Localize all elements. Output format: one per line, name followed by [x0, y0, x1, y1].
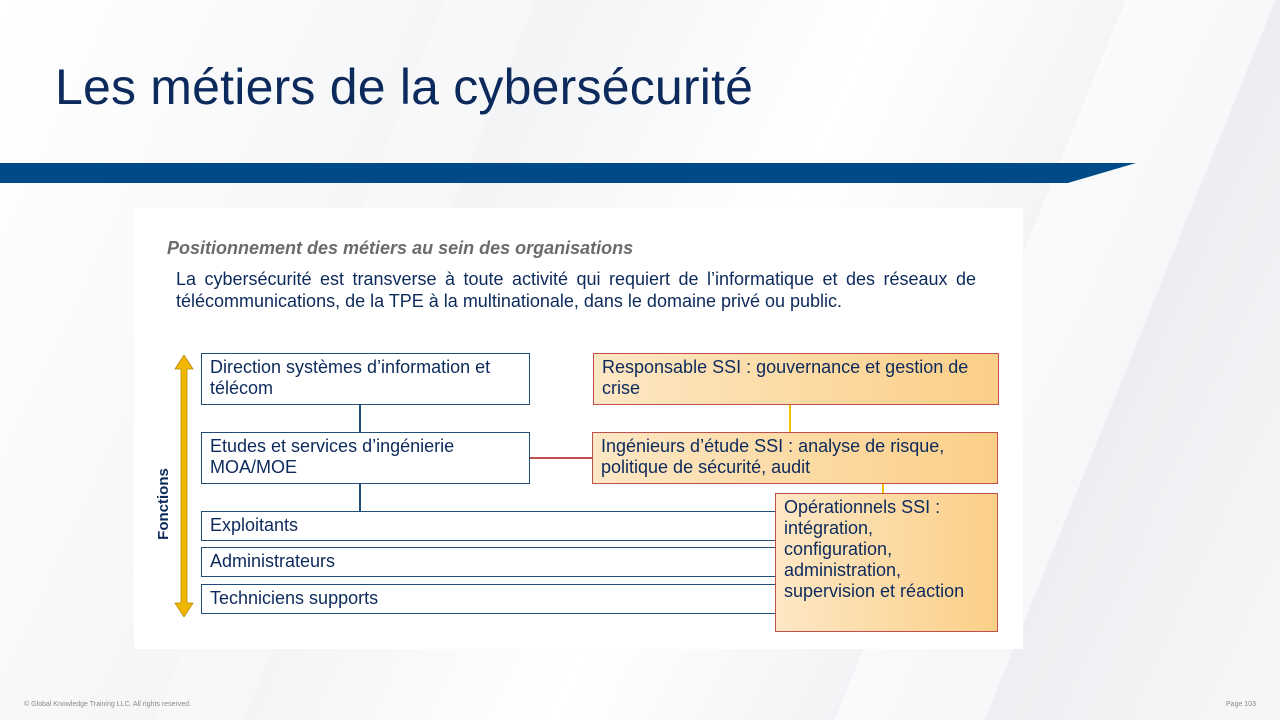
connector-line — [359, 484, 361, 511]
function-box-exploitants: Exploitants — [201, 511, 776, 541]
figure-heading: Positionnement des métiers au sein des o… — [167, 238, 634, 258]
figure: Positionnement des métiers au sein des o… — [134, 208, 1023, 649]
footer-page-number: Page 103 — [1226, 701, 1256, 708]
function-box-direction: Direction systèmes d’information et télé… — [201, 353, 530, 405]
function-box-etudes: Etudes et services d’ingénierie MOA/MOE — [201, 432, 530, 484]
axis-label-fonctions: Fonctions — [154, 468, 172, 540]
double-arrow-icon — [174, 355, 194, 617]
connector-line — [359, 405, 361, 432]
connector-line — [530, 457, 593, 459]
function-box-techniciens: Techniciens supports — [201, 584, 776, 614]
figure-intro: La cybersécurité est transverse à toute … — [176, 269, 976, 311]
slide-title: Les métiers de la cybersécurité — [55, 59, 754, 115]
connector-line — [789, 405, 791, 432]
connector-line — [882, 484, 884, 493]
title-band — [0, 163, 1136, 183]
ssi-box-responsable: Responsable SSI : gouvernance et gestion… — [593, 353, 999, 405]
function-box-administrateurs: Administrateurs — [201, 547, 776, 577]
footer-copyright: © Global Knowledge Training LLC. All rig… — [24, 701, 192, 708]
ssi-box-operationnels: Opérationnels SSI : intégration, configu… — [775, 493, 998, 632]
ssi-box-ingenieurs: Ingénieurs d’étude SSI : analyse de risq… — [592, 432, 998, 484]
